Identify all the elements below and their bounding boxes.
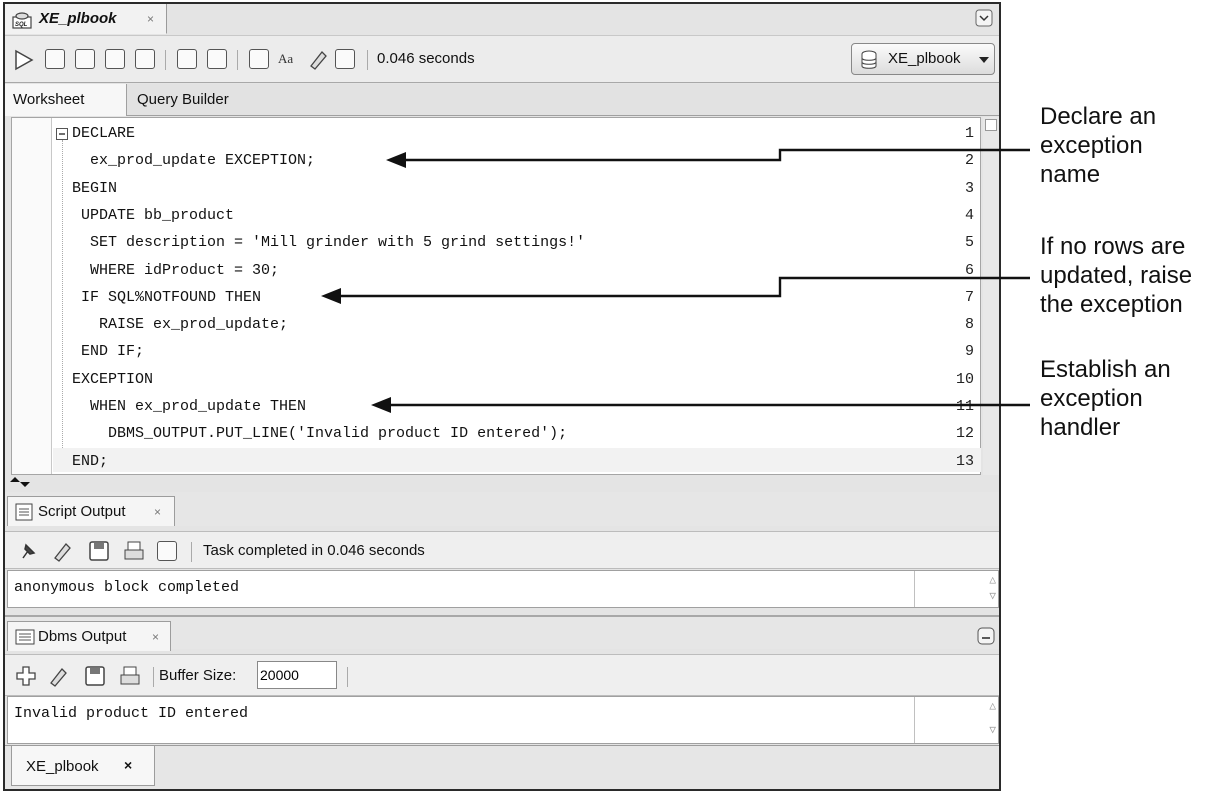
annotation-line: If no rows are [1040,233,1186,260]
code-line: DECLARE [72,125,136,142]
code-line: END IF; [72,343,145,361]
annotation-line: handler [1040,414,1121,441]
callout-arrow-declare [400,148,1030,162]
callout-arrowhead-raise [321,288,341,304]
annotation-line: the exception [1040,291,1183,318]
annotation-line: updated, raise [1040,262,1193,289]
annotation-declare: Declare an exception name [1040,102,1212,189]
annotation-line: exception [1040,385,1143,412]
code-line: ex_prod_update EXCEPTION; [72,152,316,170]
code-line: IF SQL%NOTFOUND THEN [72,288,262,306]
callout-arrowhead-handler [371,397,391,413]
code-line: WHEN ex_prod_update THEN [72,398,307,415]
code-line: EXCEPTION [72,370,154,388]
callout-arrowhead-declare [386,152,406,168]
annotation-line: exception [1040,132,1143,159]
annotation-line: Establish an [1040,356,1171,383]
code-line: DBMS_OUTPUT.PUT_LINE('Invalid product ID… [72,425,568,443]
code-line: RAISE ex_prod_update; [72,316,289,334]
annotation-handler: Establish an exception handler [1040,355,1212,442]
code-line: END; [72,452,109,470]
code-line: SET description = 'Mill grinder with 5 g… [72,234,586,252]
code-line: BEGIN [72,179,118,197]
annotation-line: Declare an [1040,103,1157,130]
callout-arrow-raise [335,276,1030,298]
code-line: UPDATE bb_product [72,206,235,224]
code-line: WHERE idProduct = 30; [72,261,280,279]
annotation-line: name [1040,161,1101,188]
annotation-raise: If no rows are updated, raise the except… [1040,232,1212,319]
